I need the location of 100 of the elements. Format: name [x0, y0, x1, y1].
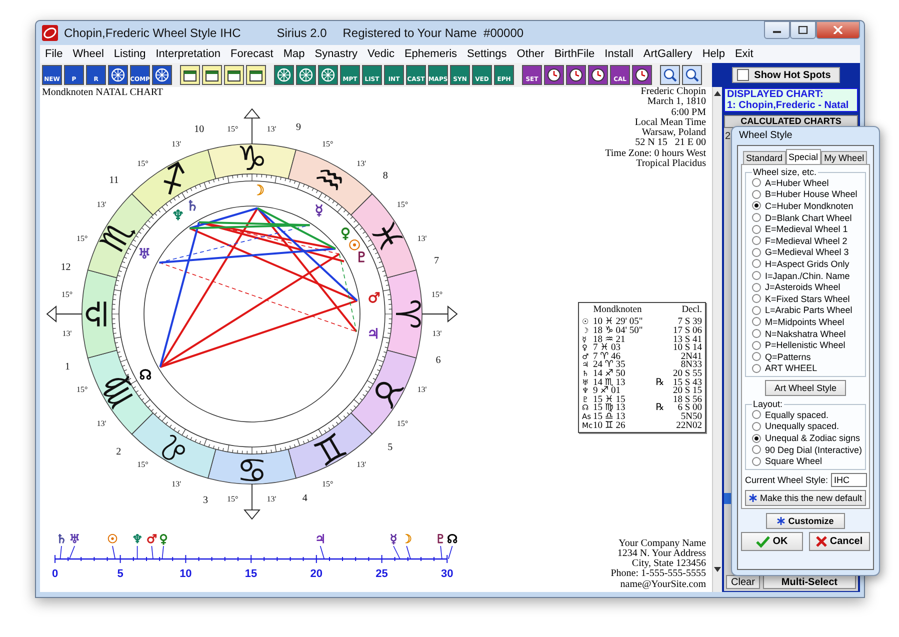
chart-list-item[interactable]: 2 [724, 131, 733, 142]
multi-select-button[interactable]: Multi-Select [762, 575, 856, 589]
scrollbar[interactable] [712, 87, 722, 592]
radio-button[interactable] [752, 329, 761, 338]
toolbar-button[interactable] [566, 65, 586, 85]
radio-option[interactable]: Unequally spaced. [752, 420, 863, 432]
toolbar-button[interactable] [632, 65, 652, 85]
clear-button[interactable]: Clear [726, 575, 760, 589]
radio-button[interactable] [752, 434, 761, 443]
radio-option[interactable]: Equally spaced. [752, 409, 863, 421]
toolbar-button[interactable] [224, 65, 244, 85]
menu-item[interactable]: Install [600, 48, 638, 60]
toolbar-button[interactable] [588, 65, 608, 85]
radio-option[interactable]: 90 Deg Dial (Interactive) [752, 444, 863, 456]
scroll-down-icon[interactable] [714, 567, 721, 572]
menu-item[interactable]: BirthFile [549, 48, 600, 60]
radio-button[interactable] [752, 282, 761, 292]
radio-option[interactable]: I=Japan./Chin. Name [752, 270, 863, 282]
menu-item[interactable]: Forecast [226, 48, 278, 60]
menu-item[interactable]: File [40, 48, 68, 60]
scroll-up-icon[interactable] [714, 91, 721, 96]
radio-option[interactable]: ART WHEEL [752, 362, 863, 374]
radio-button[interactable] [752, 352, 761, 362]
radio-button[interactable] [752, 236, 761, 246]
close-button[interactable] [816, 21, 860, 39]
radio-button[interactable] [752, 213, 761, 222]
make-default-button[interactable]: Make this the new default [745, 490, 866, 506]
menu-item[interactable]: Listing [108, 48, 151, 60]
radio-option[interactable]: Unequal & Zodiac signs [752, 432, 863, 444]
radio-option[interactable]: K=Fixed Stars Wheel [752, 292, 863, 305]
radio-button[interactable] [752, 248, 761, 257]
radio-button[interactable] [752, 445, 761, 454]
house-number: 1 [64, 361, 70, 372]
checkbox[interactable] [737, 69, 750, 81]
radio-button[interactable] [752, 224, 761, 234]
toolbar-button[interactable] [544, 65, 564, 85]
menu-item[interactable]: Settings [462, 48, 512, 60]
radio-button[interactable] [752, 271, 761, 280]
toolbar-button[interactable] [296, 65, 316, 85]
zodiac-sign: ♑ [236, 139, 268, 179]
menu-item[interactable]: Interpretation [150, 48, 226, 60]
maximize-button[interactable] [790, 21, 816, 39]
toolbar-button[interactable] [682, 65, 702, 85]
toolbar-button[interactable] [202, 65, 222, 85]
planet-glyph: ♃ [367, 326, 380, 343]
menu-item[interactable]: Ephemeris [399, 48, 462, 60]
toolbar-button[interactable] [180, 65, 200, 85]
radio-option[interactable]: N=Nakshatra Wheel [752, 328, 863, 340]
toolbar-button[interactable] [108, 65, 128, 85]
radio-option[interactable]: M=Midpoints Wheel [752, 316, 863, 328]
radio-option[interactable]: E=Medieval Wheel 1 [752, 223, 863, 235]
radio-button[interactable] [752, 306, 761, 315]
tab[interactable]: Special [786, 149, 822, 164]
radio-option[interactable]: F=Medieval Wheel 2 [752, 234, 863, 247]
toolbar-button[interactable] [246, 65, 266, 85]
hot-spots-toggle[interactable]: Show Hot Spots [732, 67, 840, 83]
radio-button[interactable] [752, 178, 761, 188]
ok-button[interactable]: OK [741, 532, 802, 552]
radio-option[interactable]: L=Arabic Parts Wheel [752, 304, 863, 316]
radio-option[interactable]: J=Asteroids Wheel [752, 281, 863, 293]
cancel-button[interactable]: Cancel [808, 532, 870, 552]
radio-option[interactable]: H=Aspect Grids Only [752, 258, 863, 270]
menu-item[interactable]: Vedic [362, 48, 400, 60]
radio-option[interactable]: B=Huber House Wheel [752, 188, 863, 200]
tab[interactable]: My Wheel [821, 151, 868, 164]
radio-option[interactable]: A=Huber Wheel [752, 177, 863, 189]
ruler-label: 0 [52, 568, 58, 580]
radio-button[interactable] [752, 294, 761, 304]
radio-button[interactable] [752, 410, 761, 420]
toolbar-button[interactable] [152, 65, 172, 85]
radio-option[interactable]: G=Medieval Wheel 3 [752, 246, 863, 258]
radio-button[interactable] [752, 317, 761, 326]
table-cell-text: 14 ♏ 13 [593, 378, 626, 388]
toolbar-button[interactable] [660, 65, 680, 85]
menu-item[interactable]: Synastry [310, 48, 363, 60]
menu-item[interactable]: Other [512, 48, 550, 60]
radio-button[interactable] [752, 340, 761, 350]
radio-option[interactable]: C=Huber Mondknoten [752, 200, 863, 212]
art-wheel-style-button[interactable]: Art Wheel Style [765, 380, 846, 396]
radio-option[interactable]: Q=Patterns [752, 350, 863, 362]
customize-button[interactable]: Customize [766, 513, 845, 530]
radio-button[interactable] [752, 422, 761, 431]
menu-item[interactable]: ArtGallery [638, 48, 698, 60]
toolbar-button[interactable] [274, 65, 294, 85]
radio-option[interactable]: Square Wheel [752, 455, 863, 468]
radio-button[interactable] [752, 364, 761, 373]
radio-button[interactable] [752, 190, 761, 199]
tab[interactable]: Standard [743, 151, 786, 164]
toolbar-button[interactable] [318, 65, 338, 85]
wheel-style-field[interactable]: IHC [831, 473, 868, 488]
radio-option[interactable]: P=Hellenistic Wheel [752, 339, 863, 351]
menu-item[interactable]: Exit [730, 48, 758, 60]
menu-item[interactable]: Map [278, 48, 310, 60]
menu-item[interactable]: Help [697, 48, 730, 60]
radio-option[interactable]: D=Blank Chart Wheel [752, 212, 863, 224]
radio-button[interactable] [752, 201, 761, 210]
menu-item[interactable]: Wheel [68, 48, 109, 60]
radio-button[interactable] [752, 456, 761, 466]
radio-button[interactable] [752, 259, 761, 268]
minimize-button[interactable] [764, 21, 790, 39]
